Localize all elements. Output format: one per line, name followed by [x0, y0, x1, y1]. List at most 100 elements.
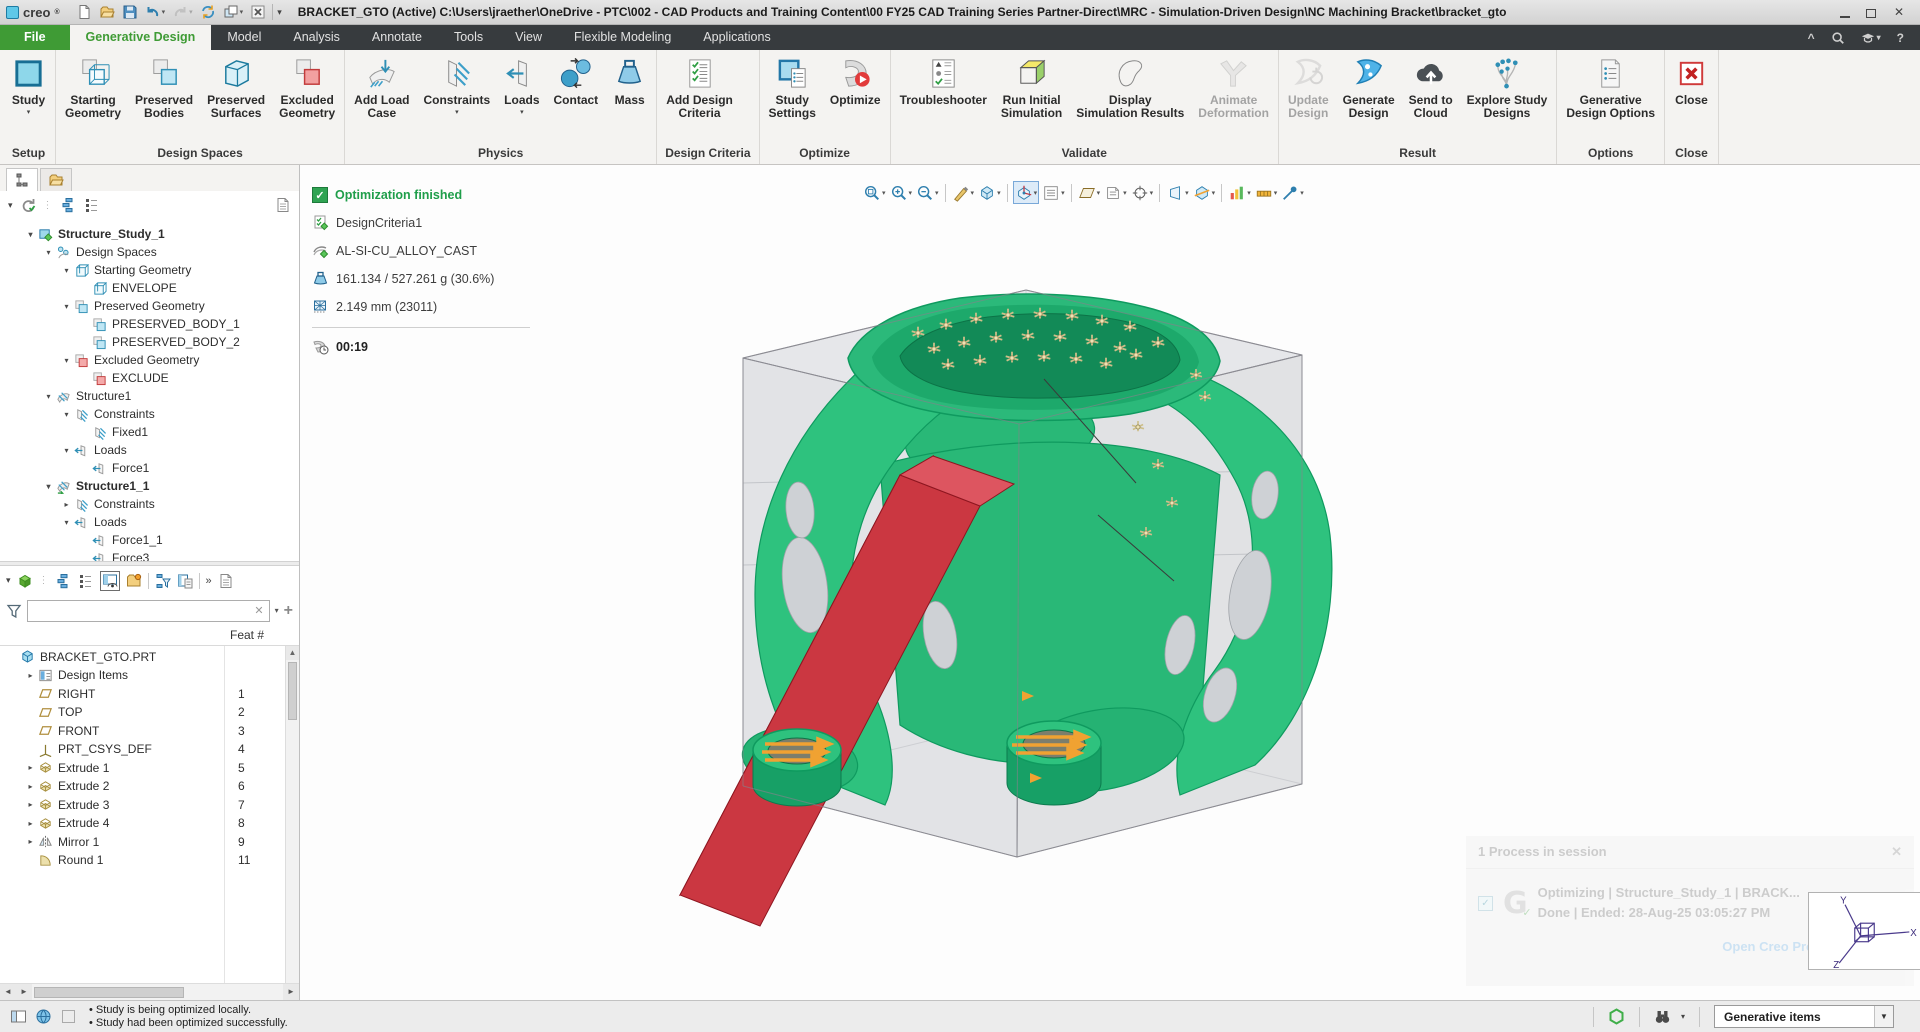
tree-item[interactable]: ENVELOPE [0, 279, 299, 297]
tree-columns-toggle[interactable] [100, 571, 120, 591]
tab-flexible-modeling[interactable]: Flexible Modeling [558, 25, 687, 50]
tree-filter-dropdown[interactable]: ▾ [8, 200, 13, 211]
graphics-area[interactable]: ✓ Optimization finished DesignCriteria1 … [300, 165, 1920, 1000]
generative-design-options-button[interactable]: GenerativeDesign Options ▾ [1559, 52, 1662, 143]
optimize-button[interactable]: Optimize ▾ [823, 52, 888, 143]
display-style-button[interactable]: ▾ [977, 181, 1002, 204]
horizontal-scrollbar[interactable]: ◄ ► ► [0, 983, 299, 1000]
troubleshooter-button[interactable]: Troubleshooter ▾ [893, 52, 994, 143]
display-simulation-results-button[interactable]: DisplaySimulation Results ▾ [1069, 52, 1191, 143]
tab-annotate[interactable]: Annotate [356, 25, 438, 50]
collapse-ribbon-button[interactable]: ^ [1808, 31, 1815, 45]
vertical-scrollbar[interactable]: ▲ [285, 646, 299, 984]
tree-item[interactable]: ▾ Constraints [0, 405, 299, 423]
feature-row[interactable]: TOP 2 [0, 703, 299, 722]
run-initial-simulation-button[interactable]: Run InitialSimulation ▾ [994, 52, 1069, 143]
send-to-cloud-button[interactable]: Send toCloud ▾ [1402, 52, 1460, 143]
feature-row[interactable]: ▸ Extrude 2 6 [0, 777, 299, 796]
add-design-criteria-button[interactable]: Add DesignCriteria ▾ [659, 52, 740, 143]
model-tree-tab[interactable] [6, 168, 38, 191]
feature-filter-input[interactable] [33, 604, 254, 618]
tree-item[interactable]: EXCLUDE [0, 369, 299, 387]
tree-item[interactable]: ▾ Structure1_1 [0, 477, 299, 495]
animate-deformation-button[interactable]: AnimateDeformation ▾ [1191, 52, 1276, 143]
expand-toggle[interactable]: ▾ [42, 248, 55, 257]
expand-toggle[interactable]: ▾ [42, 482, 55, 491]
feature-row[interactable]: ▸ Design Items [0, 666, 299, 685]
tree-report-icon[interactable] [177, 573, 193, 589]
redo-button[interactable]: ▾ [170, 3, 195, 21]
excluded-geometry-button[interactable]: ExcludedGeometry ▾ [272, 52, 342, 143]
model-check-status-icon[interactable] [1608, 1008, 1625, 1025]
navigator-toggle-icon[interactable] [10, 1008, 27, 1025]
expand-toggle[interactable]: ▸ [24, 837, 37, 846]
study-settings-button[interactable]: StudySettings ▾ [762, 52, 823, 143]
process-checkbox[interactable]: ✓ [1478, 896, 1493, 911]
list-filter-dropdown[interactable]: ▾ [6, 575, 11, 586]
tab-view[interactable]: View [499, 25, 558, 50]
scrollbar-thumb[interactable] [288, 662, 297, 720]
close-notification-icon[interactable]: ✕ [1891, 844, 1902, 860]
expand-toggle[interactable]: ▾ [24, 230, 37, 239]
zoom-in-button[interactable]: ▾ [889, 181, 914, 204]
tree-item[interactable]: ▾ Loads [0, 441, 299, 459]
generate-design-button[interactable]: GenerateDesign ▾ [1336, 52, 1402, 143]
explore-study-designs-button[interactable]: Explore StudyDesigns ▾ [1460, 52, 1555, 143]
feature-row[interactable]: ▸ Extrude 4 8 [0, 814, 299, 833]
tab-applications[interactable]: Applications [687, 25, 786, 50]
refit-button[interactable]: ▾ [862, 181, 887, 204]
feature-row[interactable]: Round 1 11 [0, 851, 299, 870]
tree-item[interactable]: Force3 [0, 549, 299, 561]
feature-row[interactable]: PRT_CSYS_DEF 4 [0, 740, 299, 759]
graphics-toolbar-button[interactable]: ▾ [1007, 184, 1008, 202]
preserved-surfaces-button[interactable]: PreservedSurfaces ▾ [200, 52, 272, 143]
new-file-button[interactable]: ▾ [74, 3, 94, 21]
study-button[interactable]: Study ▾ [4, 52, 53, 143]
feature-row[interactable]: ▸ Extrude 3 7 [0, 796, 299, 815]
tab-analysis[interactable]: Analysis [277, 25, 356, 50]
tree-settings-icon[interactable] [275, 197, 291, 213]
expand-toggle[interactable]: ▸ [24, 782, 37, 791]
constraints-button[interactable]: Constraints ▾ [416, 52, 497, 143]
tree-item[interactable]: ▾ Excluded Geometry [0, 351, 299, 369]
tree-item[interactable]: ▾ Loads [0, 513, 299, 531]
simulation-display-button[interactable]: ▾ [1227, 181, 1252, 204]
expand-toggle[interactable]: ▸ [24, 800, 37, 809]
expand-toggle[interactable]: ▾ [42, 392, 55, 401]
undo-button[interactable]: ▾ [143, 3, 168, 21]
learning-connector-button[interactable]: ▾ [1861, 31, 1881, 45]
tree-item[interactable]: ▾ Preserved Geometry [0, 297, 299, 315]
open-button[interactable]: ▾ [97, 3, 117, 21]
scroll-right-arrow[interactable]: ► [16, 984, 32, 1000]
expand-all-icon[interactable] [56, 573, 72, 589]
tree-item[interactable]: ▾ Starting Geometry [0, 261, 299, 279]
tab-model[interactable]: Model [211, 25, 277, 50]
add-filter-button[interactable]: + [284, 602, 293, 620]
filter-dropdown-arrow[interactable]: ▾ [275, 606, 279, 615]
close-button[interactable]: Close ▾ [1667, 52, 1716, 143]
view-manager-button[interactable]: ▾ [1041, 181, 1066, 204]
maximize-button[interactable] [1866, 9, 1876, 18]
loads-button[interactable]: Loads ▾ [497, 52, 546, 143]
web-browser-toggle-icon[interactable] [35, 1008, 52, 1025]
expand-toggle[interactable]: ▸ [24, 819, 37, 828]
mass-button[interactable]: Mass ▾ [605, 52, 654, 143]
expand-toggle[interactable]: ▾ [60, 266, 73, 275]
add-load-case-button[interactable]: Add LoadCase ▾ [347, 52, 416, 143]
tree-item[interactable]: ▾ Structure_Study_1 [0, 225, 299, 243]
expand-toggle[interactable]: ▸ [60, 500, 73, 509]
collapse-all-icon[interactable] [78, 573, 94, 589]
preserved-bodies-button[interactable]: PreservedBodies ▾ [128, 52, 200, 143]
minimize-button[interactable] [1840, 6, 1850, 18]
spin-center-button[interactable]: ▾ [1130, 181, 1155, 204]
tree-item[interactable]: Force1_1 [0, 531, 299, 549]
collapse-levels-icon[interactable] [84, 197, 100, 213]
scroll-right-arrow[interactable]: ► [283, 984, 299, 1000]
graphics-toolbar-button[interactable]: ▾ [1159, 184, 1160, 202]
expand-toggle[interactable]: ▾ [60, 302, 73, 311]
customize-qat-button[interactable]: ▾ [277, 7, 282, 18]
overflow-chevron[interactable]: » [206, 575, 212, 587]
expand-toggle[interactable]: ▾ [60, 410, 73, 419]
expand-toggle[interactable]: ▾ [60, 356, 73, 365]
tree-item[interactable]: Fixed1 [0, 423, 299, 441]
